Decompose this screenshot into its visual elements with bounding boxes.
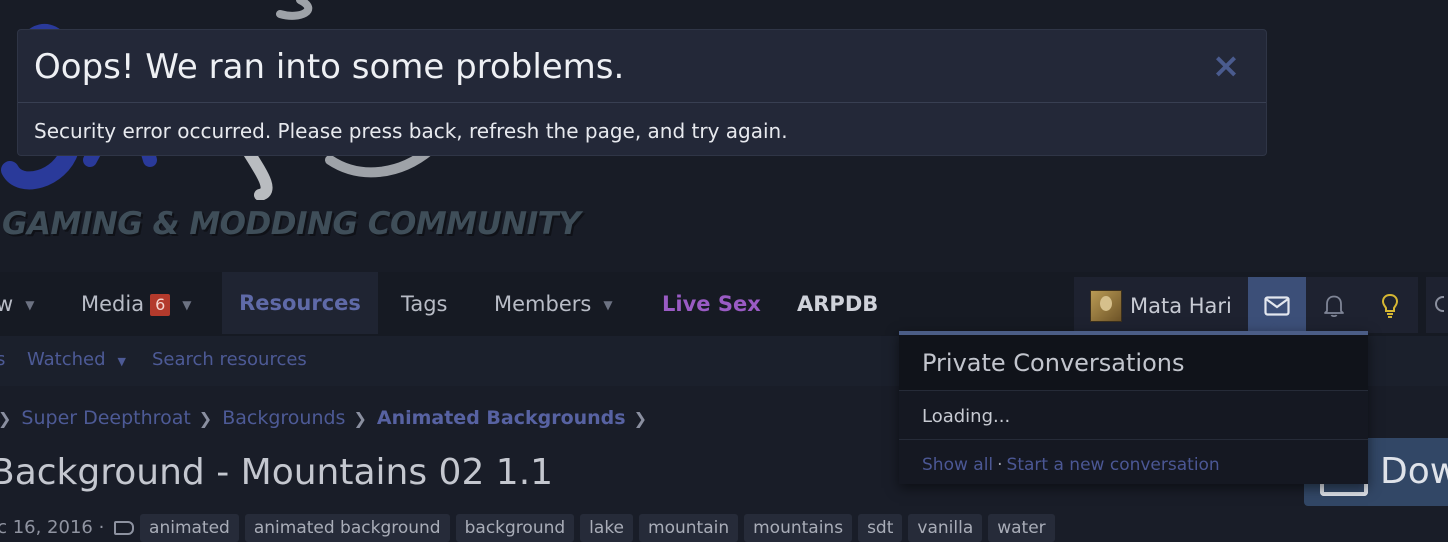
bell-icon (1324, 295, 1344, 318)
tag-chip[interactable]: background (455, 514, 575, 542)
site-tagline: GAMING & MODDING COMMUNITY (2, 206, 581, 242)
error-title: Oops! We ran into some problems. (34, 47, 625, 87)
tag-icon (114, 521, 135, 535)
nav-item-tags[interactable]: Tags (401, 272, 448, 334)
chevron-right-icon: ❯ (198, 409, 213, 428)
close-icon[interactable]: × (1206, 44, 1246, 88)
conversations-menu: Private Conversations Loading... Show al… (899, 331, 1368, 484)
show-all-link[interactable]: Show all (922, 455, 993, 475)
nav-label: Members (494, 292, 592, 316)
tag-chip[interactable]: lake (580, 514, 634, 542)
chevron-right-icon: ❯ (0, 409, 11, 428)
whats-new-button[interactable] (1362, 277, 1418, 333)
resource-date: ec 16, 2016 · (0, 517, 105, 538)
avatar[interactable] (1090, 290, 1122, 322)
tag-chip[interactable]: mountains (744, 514, 853, 542)
nav-item-members[interactable]: Members ▼ (494, 272, 613, 334)
subnav-item-watched[interactable]: Watched ▼ (27, 336, 126, 386)
subnav-item-search-resources[interactable]: Search resources (152, 336, 307, 384)
subnav-item[interactable]: s (0, 336, 5, 384)
chevron-right-icon: ❯ (353, 409, 367, 428)
count-badge: 6 (150, 294, 171, 316)
separator: · (997, 455, 1003, 475)
chevron-down-icon[interactable]: ▼ (182, 298, 191, 312)
conversations-menu-header: Private Conversations (899, 335, 1368, 391)
resource-meta: ec 16, 2016 · animatedanimated backgroun… (0, 514, 1061, 542)
search-button[interactable] (1426, 277, 1448, 333)
nav-item-media[interactable]: Media 6 ▼ (81, 272, 192, 334)
alerts-button[interactable] (1306, 277, 1362, 333)
tag-chip[interactable]: sdt (858, 514, 903, 542)
start-conversation-link[interactable]: Start a new conversation (1007, 455, 1220, 475)
nav-item-live-sex[interactable]: Live Sex (662, 272, 761, 334)
nav-item-new[interactable]: w ▼ (0, 272, 34, 334)
search-icon (1435, 296, 1444, 312)
tag-chip[interactable]: animated background (244, 514, 450, 542)
chevron-down-icon[interactable]: ▼ (603, 298, 612, 312)
chevron-right-icon: ❯ (633, 409, 648, 428)
conversations-menu-title[interactable]: Private Conversations (922, 343, 1184, 383)
divider (18, 102, 1266, 103)
breadcrumb-item[interactable]: Super Deepthroat (21, 407, 190, 429)
page-title: Background - Mountains 02 1.1 (0, 452, 554, 493)
breadcrumb-item[interactable]: Backgrounds (222, 407, 345, 429)
loading-text: Loading... (922, 406, 1011, 427)
breadcrumb: ❯ Super Deepthroat ❯ Backgrounds ❯ Animated B… (0, 400, 657, 437)
nav-label: Media (81, 292, 145, 316)
error-overlay: Oops! We ran into some problems. × Secur… (17, 29, 1267, 156)
nav-item-arpdb[interactable]: ARPDB (797, 272, 878, 334)
error-message: Security error occurred. Please press ba… (34, 119, 788, 143)
lightbulb-icon (1381, 293, 1399, 318)
breadcrumb-item-current[interactable]: Animated Backgrounds (377, 407, 626, 429)
download-label[interactable]: Dow (1380, 446, 1448, 498)
tag-chip[interactable]: water (988, 514, 1055, 542)
nav-item-resources[interactable]: Resources (222, 272, 378, 334)
nav-label: w (0, 292, 14, 316)
subnav-label: Watched (27, 349, 106, 370)
envelope-icon (1264, 296, 1290, 316)
conversations-menu-footer: Show all · Start a new conversation (922, 451, 1220, 479)
tag-chip[interactable]: vanilla (908, 514, 983, 542)
divider (899, 439, 1368, 440)
user-name[interactable]: Mata Hari (1130, 277, 1232, 335)
chevron-down-icon[interactable]: ▼ (25, 298, 34, 312)
chevron-down-icon[interactable]: ▼ (118, 355, 126, 368)
tag-chip[interactable]: mountain (639, 514, 739, 542)
tag-chip[interactable]: animated (140, 514, 239, 542)
